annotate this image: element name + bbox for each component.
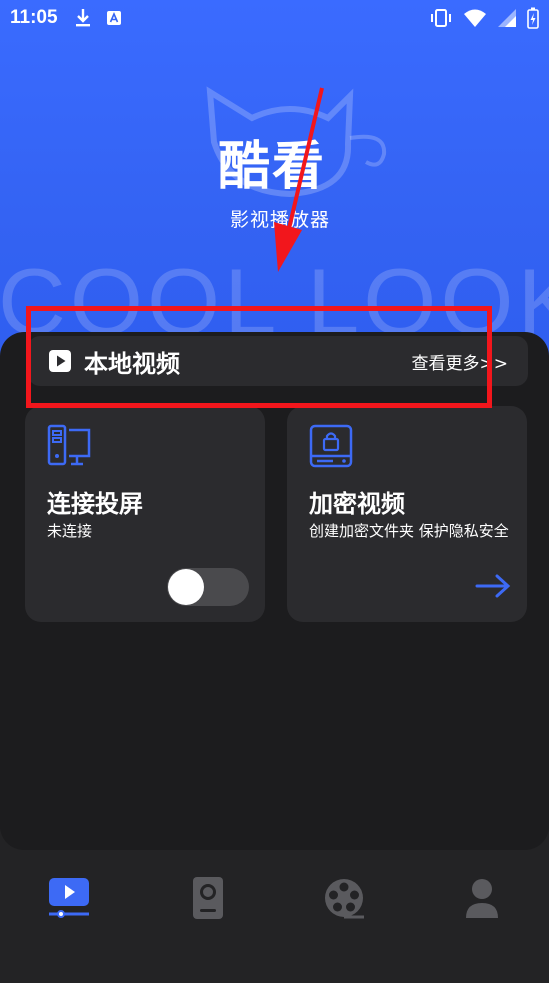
battery-charging-icon [527, 7, 539, 29]
notification-a-icon [106, 11, 121, 25]
nav-speaker-device-icon[interactable] [186, 876, 230, 920]
wifi-icon [464, 9, 486, 27]
bottom-nav [0, 850, 549, 983]
status-time: 11:05 [10, 7, 58, 28]
annotation-highlight-box [26, 306, 492, 408]
encrypted-card-desc: 创建加密文件夹 保护隐私安全 [309, 522, 509, 540]
cast-card-title: 连接投屏 [47, 490, 143, 518]
encrypted-video-card[interactable]: 加密视频 创建加密文件夹 保护隐私安全 [287, 406, 527, 622]
nav-video-play-icon[interactable] [47, 876, 91, 920]
encrypted-card-title: 加密视频 [309, 490, 405, 518]
cast-screen-card[interactable]: 连接投屏 未连接 [25, 406, 265, 622]
lock-drive-icon [309, 424, 353, 468]
toggle-knob [168, 569, 204, 605]
cast-status-text: 未连接 [47, 522, 93, 540]
vibrate-icon [431, 9, 451, 27]
nav-film-reel-icon[interactable] [322, 876, 366, 920]
annotation-arrow-icon [274, 87, 324, 272]
pc-device-icon [47, 424, 91, 466]
nav-user-icon[interactable] [460, 876, 504, 920]
signal-icon [498, 9, 516, 27]
cast-toggle-switch[interactable] [167, 568, 249, 606]
status-bar: 11:05 [0, 0, 549, 36]
arrow-right-icon[interactable] [475, 572, 511, 600]
download-icon [75, 9, 90, 27]
